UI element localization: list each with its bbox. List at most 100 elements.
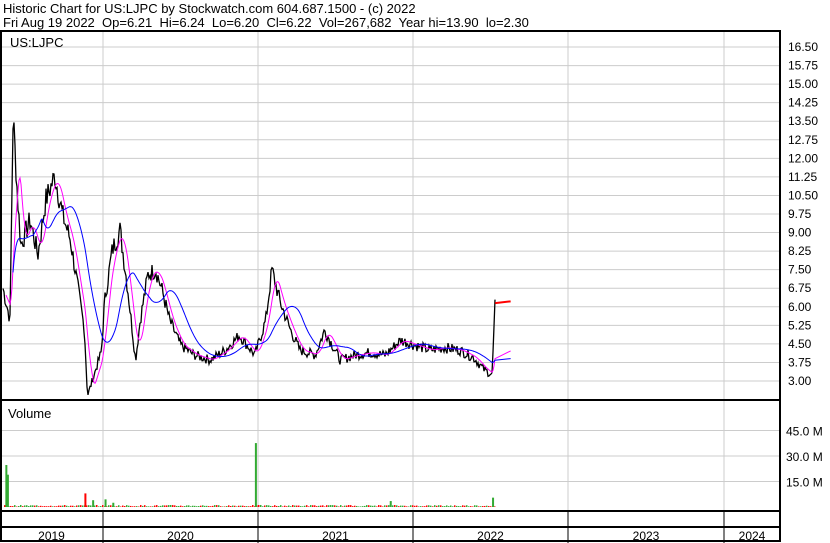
volume-spike-bar [104,499,107,507]
volume-bar [272,506,274,507]
volume-bar [286,506,288,507]
volume-bar [316,506,318,507]
volume-bar [78,505,80,507]
volume-bar [204,505,206,507]
volume-bar [196,506,198,507]
volume-bar [366,505,368,507]
volume-bar [150,506,152,507]
volume-bar [340,505,342,507]
volume-bar [148,506,150,507]
volume-bar [262,506,264,507]
volume-bar [478,506,480,507]
volume-bar [52,506,54,507]
volume-spike-bar [492,497,495,507]
volume-bar [350,505,352,507]
volume-bar [408,506,410,507]
volume-bar [144,505,146,507]
volume-bar [176,505,178,507]
price-tick-label: 15.00 [788,77,818,91]
volume-bar [36,505,38,507]
volume-bar [264,505,266,507]
volume-bar [190,506,192,507]
volume-bar [242,505,244,507]
price-tick-label: 9.75 [788,207,812,221]
volume-bar [192,505,194,507]
volume-bar [244,506,246,507]
volume-bar [294,505,296,507]
volume-bar [142,505,144,507]
volume-bar [160,505,162,507]
volume-bar [12,506,14,507]
volume-bar [154,505,156,507]
volume-bar [422,506,424,507]
volume-bar [216,505,218,507]
volume-bar [258,504,260,507]
volume-bar [424,506,426,507]
volume-bar [194,505,196,507]
volume-bar [108,505,110,507]
volume-spike-bar [389,501,392,507]
symbol-label: US:LJPC [10,35,63,50]
volume-bar [130,505,132,507]
volume-bar [232,505,234,507]
volume-bar [494,506,496,507]
volume-bar [72,505,74,507]
volume-bar [172,505,174,507]
volume-bar [360,506,362,507]
volume-bar [122,505,124,507]
volume-bar [430,505,432,507]
volume-bar [362,506,364,507]
volume-bar [310,505,312,507]
volume-bar [64,505,66,507]
year-label: 2022 [477,529,504,543]
volume-bar [188,505,190,507]
volume-bar [184,506,186,507]
volume-bar [346,505,348,507]
volume-bar [230,506,232,507]
volume-bar [200,505,202,507]
stock-chart: US:LJPC Volume 16.50 15.75 15.00 14.25 13.50… [0,30,823,543]
volume-bar [248,506,250,507]
volume-bar [414,505,416,507]
volume-bar [328,505,330,507]
price-tick-label: 4.50 [788,337,812,351]
volume-bar [174,505,176,507]
volume-bar [348,505,350,507]
volume-bar [156,505,158,507]
volume-bar [462,505,464,507]
volume-bar [446,505,448,507]
volume-bar [406,506,408,507]
volume-bar [28,506,30,507]
volume-bar [222,506,224,507]
volume-bar [322,505,324,507]
chart-frame [0,30,781,542]
volume-bar [460,506,462,507]
volume-bar [30,505,32,507]
volume-bar [358,506,360,507]
volume-bar [60,505,62,507]
price-tick-label: 5.25 [788,318,812,332]
volume-bar [62,505,64,507]
price-tick-label: 12.00 [788,151,818,165]
volume-bar [440,505,442,507]
volume-bar [386,505,388,507]
volume-bar [380,505,382,507]
volume-bar [210,506,212,507]
volume-bar [110,505,112,507]
volume-bar [276,505,278,507]
volume-bar [324,506,326,507]
volume-bar [166,505,168,507]
volume-bar [56,506,58,507]
volume-bar [382,506,384,507]
volume-spike-bar [254,443,257,507]
price-tick-label: 7.50 [788,263,812,277]
year-label: 2019 [38,529,65,543]
volume-bar [284,505,286,507]
volume-bar [356,505,358,507]
volume-bar [468,506,470,507]
price-tick-label: 12.75 [788,133,818,147]
price-tick-label: 3.00 [788,374,812,388]
volume-bar [436,505,438,507]
volume-bar [470,506,472,507]
volume-bar [98,506,100,507]
